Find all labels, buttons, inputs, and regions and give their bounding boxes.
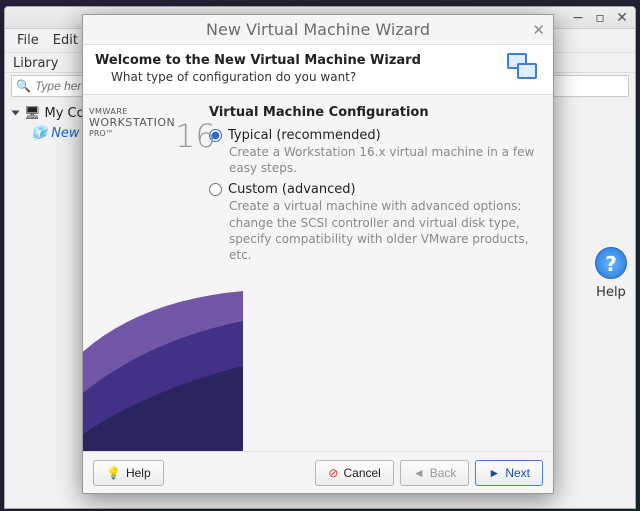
help-button[interactable]: 💡 Help	[93, 460, 164, 486]
close-icon[interactable]: ✕	[532, 21, 545, 39]
option-typical-label: Typical (recommended)	[228, 128, 381, 143]
sidebar-help-label: Help	[595, 285, 627, 300]
brand-vmware: VMWARE	[89, 107, 197, 116]
lightbulb-icon: 💡	[106, 466, 121, 480]
vm-icon: 🧊	[31, 126, 47, 141]
wizard-icon	[507, 53, 541, 83]
help-button-label: Help	[126, 466, 151, 480]
cancel-button[interactable]: ⊘ Cancel	[315, 460, 393, 486]
option-custom-desc: Create a virtual machine with advanced o…	[209, 198, 539, 263]
maximize-icon[interactable]: ▫	[593, 11, 607, 25]
sidebar-help[interactable]: ? Help	[595, 247, 627, 300]
dialog-footer: 💡 Help ⊘ Cancel ◄ Back ► Next	[83, 451, 553, 493]
computer-icon: 🖥	[24, 106, 41, 121]
option-custom-label: Custom (advanced)	[228, 182, 356, 197]
back-button-label: Back	[430, 466, 457, 480]
chevron-down-icon	[12, 111, 20, 116]
minimize-icon[interactable]: −	[571, 11, 585, 25]
new-vm-wizard-dialog: New Virtual Machine Wizard ✕ Welcome to …	[82, 14, 554, 494]
cancel-icon: ⊘	[328, 466, 338, 480]
section-heading: Virtual Machine Configuration	[209, 105, 539, 120]
brand-version: 16	[175, 117, 216, 155]
arrow-right-icon: ►	[488, 466, 500, 480]
dialog-title: New Virtual Machine Wizard	[206, 20, 430, 39]
dialog-brand-panel: VMWARE WORKSTATION PRO™ 16	[83, 95, 203, 451]
option-typical-desc: Create a Workstation 16.x virtual machin…	[209, 144, 539, 176]
dialog-options-panel: Virtual Machine Configuration Typical (r…	[203, 95, 553, 451]
menu-file[interactable]: File	[11, 31, 45, 50]
help-icon: ?	[595, 247, 627, 279]
welcome-subtext: What type of configuration do you want?	[95, 70, 507, 84]
option-custom[interactable]: Custom (advanced) Create a virtual machi…	[209, 182, 539, 263]
dialog-header: Welcome to the New Virtual Machine Wizar…	[83, 45, 553, 95]
option-typical[interactable]: Typical (recommended) Create a Workstati…	[209, 128, 539, 176]
window-close-icon[interactable]: ✕	[615, 11, 629, 25]
menu-edit[interactable]: Edit	[47, 31, 84, 50]
next-button[interactable]: ► Next	[475, 460, 543, 486]
search-icon: 🔍	[16, 79, 31, 93]
next-button-label: Next	[505, 466, 530, 480]
back-button: ◄ Back	[400, 460, 470, 486]
welcome-heading: Welcome to the New Virtual Machine Wizar…	[95, 53, 507, 68]
cancel-button-label: Cancel	[343, 466, 380, 480]
dialog-titlebar[interactable]: New Virtual Machine Wizard ✕	[83, 15, 553, 45]
radio-custom[interactable]	[209, 183, 222, 196]
arrow-left-icon: ◄	[413, 466, 425, 480]
